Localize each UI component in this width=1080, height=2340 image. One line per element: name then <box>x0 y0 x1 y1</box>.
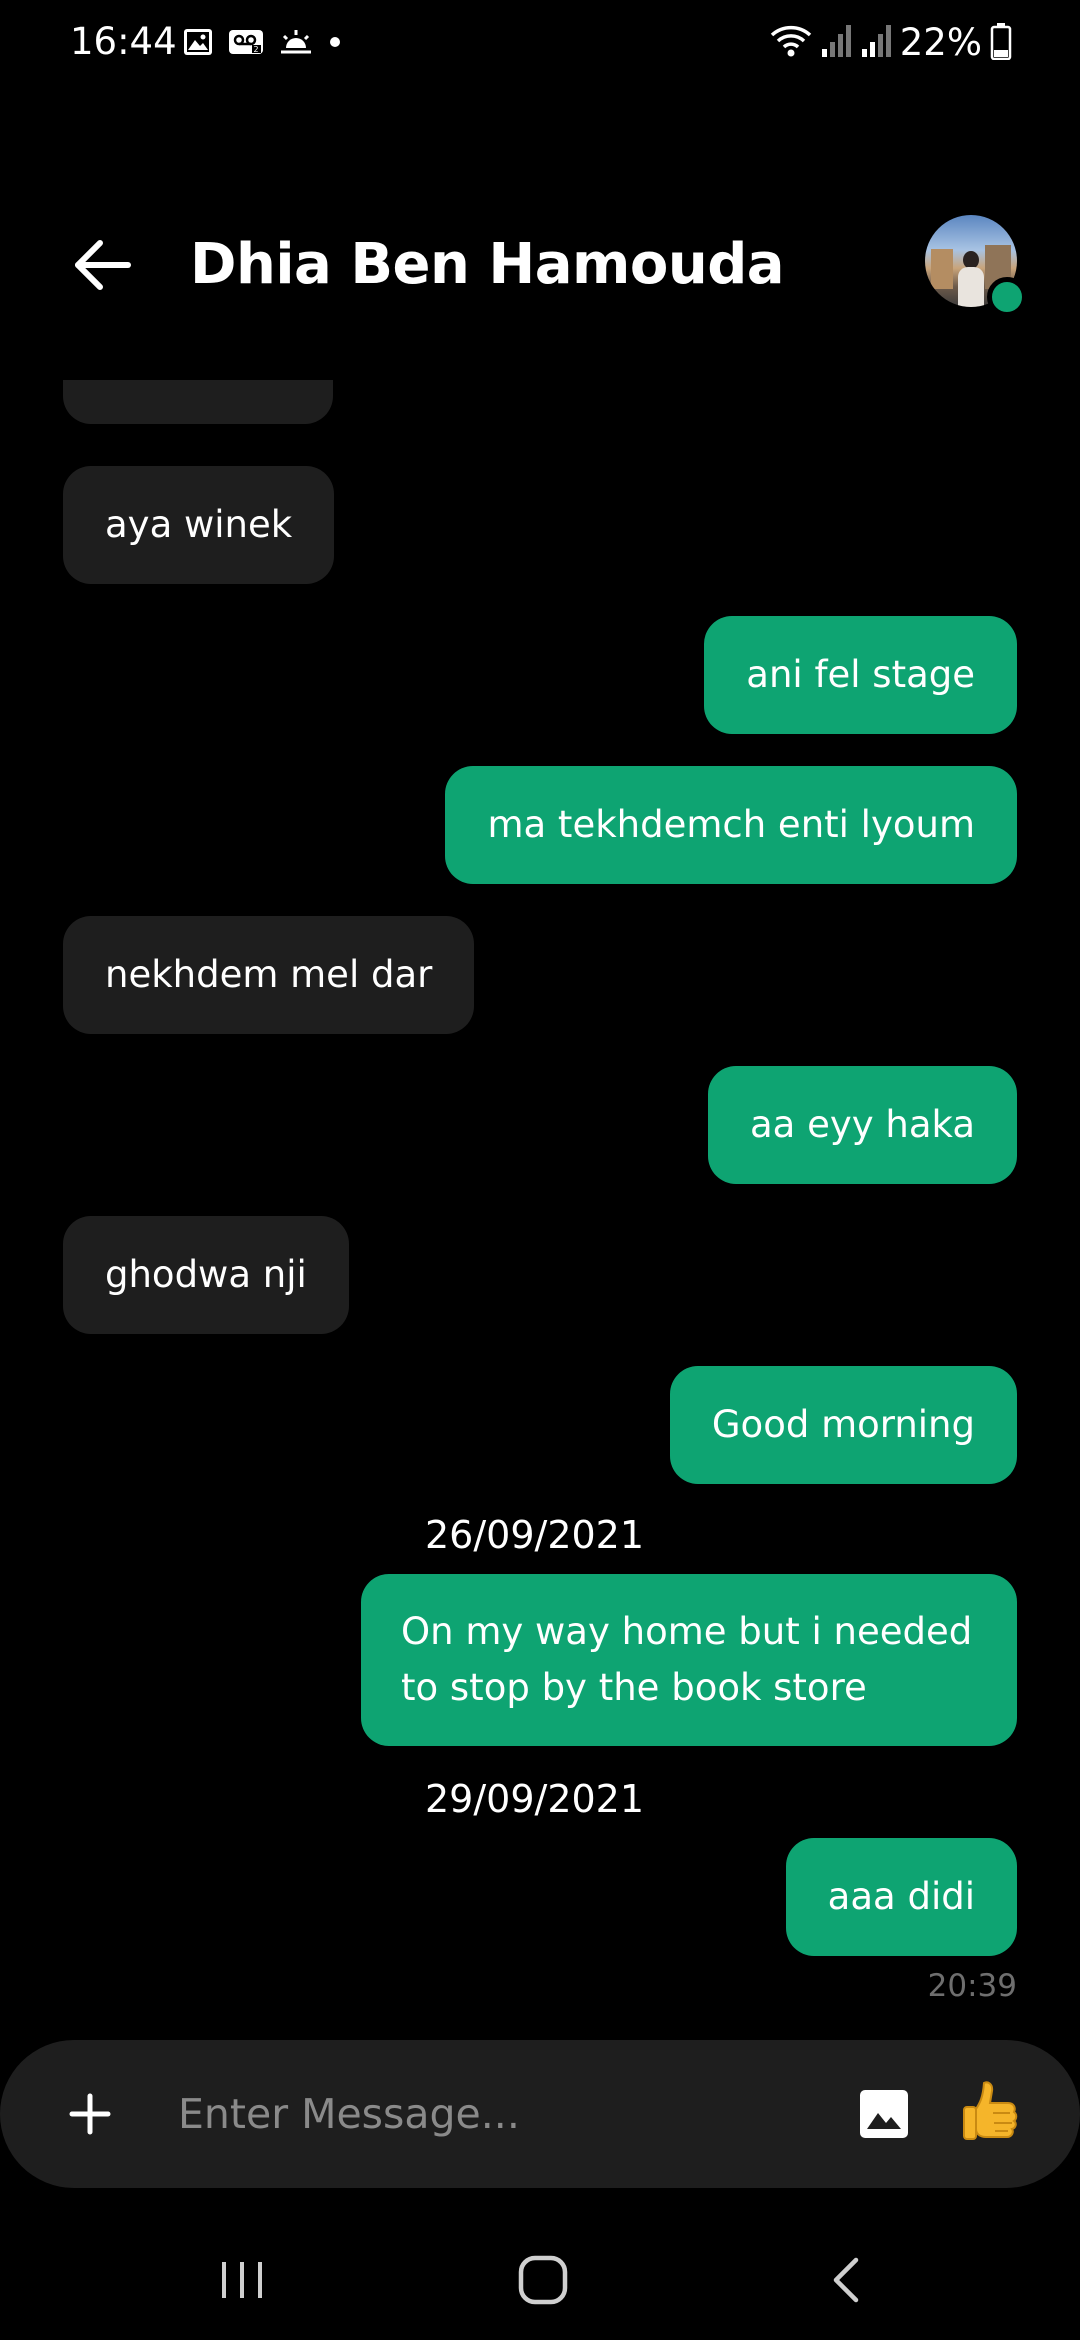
message-timestamp: 20:39 <box>927 1968 1017 2004</box>
message-text: ani fel stage <box>746 653 975 696</box>
message-input[interactable] <box>178 2074 818 2154</box>
date-separator: 26/09/2021 <box>425 1513 645 1557</box>
status-notification-icons: 2 <box>182 22 342 62</box>
signal-icon <box>820 23 852 63</box>
status-time: 16:44 <box>70 20 177 63</box>
message-bubble-incoming[interactable]: nekhdem mel dar <box>63 916 475 1034</box>
message-text: aya winek <box>105 503 293 546</box>
dot-icon <box>328 26 342 58</box>
add-attachment-button[interactable] <box>50 2074 130 2154</box>
message-bubble-outgoing[interactable]: ani fel stage <box>704 616 1017 734</box>
battery-percent: 22% <box>899 21 982 64</box>
message-bubble-incoming[interactable]: ghodwa nji <box>63 1216 349 1334</box>
date-separator: 29/09/2021 <box>425 1777 645 1821</box>
voicemail-icon: 2 <box>228 26 264 58</box>
thumbs-up-button[interactable] <box>950 2070 1030 2158</box>
message-bubble-outgoing[interactable]: Good morning <box>669 1366 1017 1484</box>
message-bubble-outgoing[interactable]: On my way home but i needed to stop by t… <box>361 1574 1017 1746</box>
system-nav-bar <box>0 2220 1080 2340</box>
status-bar: 16:44 2 22% <box>0 0 1080 86</box>
message-bubble-outgoing[interactable]: ma tekhdemch enti lyoum <box>445 766 1017 884</box>
chat-header: Dhia Ben Hamouda <box>0 200 1080 330</box>
send-image-button[interactable] <box>846 2076 922 2152</box>
contact-avatar[interactable] <box>925 215 1027 317</box>
wifi-icon <box>770 21 812 65</box>
contact-name[interactable]: Dhia Ben Hamouda <box>190 230 785 300</box>
message-list[interactable]: aya winek ani fel stage ma tekhdemch ent… <box>0 380 1080 2010</box>
home-icon <box>518 2255 568 2305</box>
gallery-icon <box>182 26 214 58</box>
status-system-icons: 22% <box>770 22 1012 64</box>
message-text: ghodwa nji <box>105 1253 307 1296</box>
home-button[interactable] <box>493 2240 593 2320</box>
thumbs-up-icon <box>963 2081 1018 2140</box>
battery-icon <box>990 22 1012 64</box>
message-bubble-incoming[interactable]: aya winek <box>63 466 335 584</box>
online-status-dot <box>987 277 1027 317</box>
recent-apps-icon <box>222 2262 262 2298</box>
recent-apps-button[interactable] <box>192 2240 292 2320</box>
plus-icon <box>69 2093 111 2135</box>
message-text: aaa didi <box>827 1875 975 1918</box>
message-bubble-incoming[interactable] <box>63 380 333 424</box>
message-text: aa eyy haka <box>750 1103 975 1146</box>
message-bubble-outgoing[interactable]: aaa didi <box>785 1838 1017 1956</box>
back-button[interactable] <box>62 225 142 305</box>
signal-icon <box>860 23 892 63</box>
image-icon <box>860 2090 908 2138</box>
message-text: ma tekhdemch enti lyoum <box>487 803 975 846</box>
svg-text:2: 2 <box>254 45 259 54</box>
weather-icon <box>278 26 314 58</box>
chevron-left-icon <box>833 2257 859 2303</box>
message-text: On my way home but i needed to stop by t… <box>401 1610 973 1709</box>
message-composer <box>0 2040 1080 2188</box>
message-bubble-outgoing[interactable]: aa eyy haka <box>708 1066 1017 1184</box>
system-back-button[interactable] <box>796 2240 896 2320</box>
message-text: Good morning <box>711 1403 975 1446</box>
message-text: nekhdem mel dar <box>105 953 433 996</box>
arrow-left-icon <box>75 240 131 290</box>
